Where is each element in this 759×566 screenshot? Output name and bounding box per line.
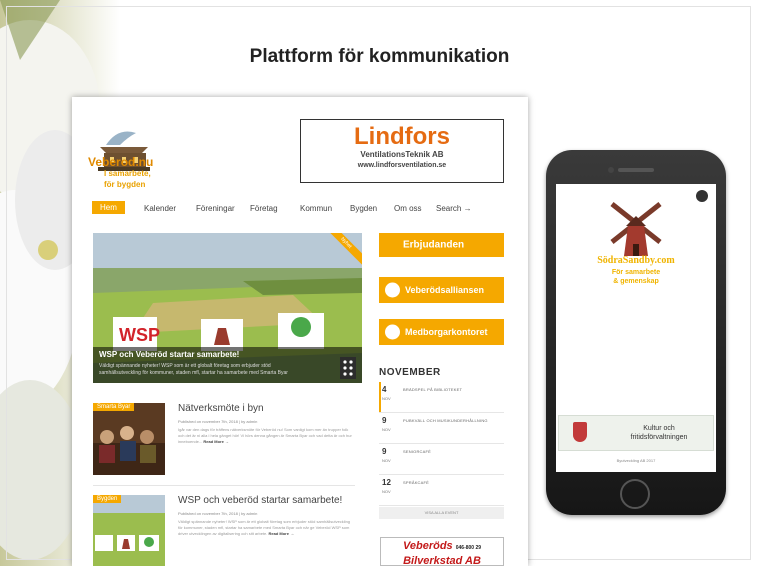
event-day: 12 (382, 478, 391, 487)
mobile-tagline-2: & gemenskap (613, 278, 659, 285)
culture-card[interactable]: Kultur och fritidsförvaltningen (558, 415, 714, 451)
meeting-photo (93, 403, 165, 475)
article-thumbnail[interactable]: Smarta Byar (93, 403, 165, 475)
event-month: NOV (382, 489, 391, 494)
event-day: 4 (382, 385, 387, 394)
article-excerpt-text: Väldigt spännande nyheter! WSP som är et… (178, 519, 351, 536)
offers-button[interactable]: Erbjudanden (379, 233, 504, 257)
grid-menu-icon[interactable] (340, 357, 356, 379)
mobile-brand[interactable]: SödraSandby.com (556, 255, 716, 266)
event-title: PUBKVÄLL OCH MUSIKUNDERHÅLLNING (403, 418, 488, 423)
alliance-button[interactable]: Veberödsalliansen (379, 277, 504, 303)
crest-icon (385, 324, 400, 340)
event-day: 9 (382, 447, 387, 456)
article-excerpt: Igår var den dags för träffens nätverksm… (178, 427, 353, 445)
event-accent-bar (379, 382, 381, 412)
site-logo[interactable]: Veberod.nu I samarbete, för bygden (88, 155, 178, 190)
crest-icon (573, 422, 587, 442)
article-title[interactable]: Nätverksmöte i byn (178, 403, 264, 414)
hero-description: Väldigt spännande nyheter! WSP som är et… (99, 363, 288, 376)
see-all-events-button[interactable]: VISA ALLA EVENT (379, 507, 504, 519)
culture-card-line1: Kultur och (643, 425, 675, 432)
article-tag[interactable]: Smarta Byar (93, 403, 135, 411)
calendar-month: NOVEMBER (379, 367, 441, 378)
nav-item-bygden[interactable]: Bygden (350, 204, 377, 213)
event-day: 9 (382, 416, 387, 425)
header-ad-lindfors[interactable]: Lindfors VentilationsTeknik AB www.lindf… (300, 119, 504, 183)
slide-title: Plattform för kommunikation (249, 46, 510, 67)
article-card: Smarta Byar Nätverksmöte i byn Published… (93, 403, 355, 486)
event-month: NOV (382, 458, 391, 463)
article-excerpt: Väldigt spännande nyheter! WSP som är et… (178, 519, 353, 537)
bottom-ad-phone: 046-800 29 (455, 545, 482, 551)
nav-item-search[interactable]: Search → (436, 204, 472, 213)
culture-card-line2: fritidsförvaltningen (630, 434, 688, 441)
ad-subtitle: VentilationsTeknik AB (360, 150, 444, 159)
event-item[interactable]: 12 NOV SPRÅKCAFÉ (379, 475, 504, 506)
bottom-ad-line1: Veberöds 046-800 29 (381, 540, 503, 555)
logo-line2: I samarbete, (104, 169, 151, 178)
hero-caption: WSP och Veberöd startar samarbete! Väldi… (93, 347, 362, 383)
event-title: SENIORCAFÉ (403, 449, 432, 454)
bottom-ad-bilverkstad[interactable]: Veberöds 046-800 29 Bilverkstad AB (380, 537, 504, 566)
article-tag[interactable]: Bygden (93, 495, 122, 503)
event-item[interactable]: 4 NOV BRÄDSPEL PÅ BIBLIOTEKET (379, 382, 504, 413)
article-meta: Published on november 7th, 2018 | by adm… (178, 419, 258, 424)
gear-icon (385, 282, 400, 298)
speaker-grille (618, 168, 654, 172)
event-month: NOV (382, 427, 391, 432)
citizen-office-button[interactable]: Medborgarkontoret (379, 319, 504, 345)
windmill-icon (610, 202, 662, 256)
culture-card-text: Kultur och fritidsförvaltningen (611, 424, 707, 442)
ad-url: www.lindforsventilation.se (357, 162, 447, 169)
offers-label: Erbjudanden (403, 239, 465, 251)
article-card: Bygden WSP och veberöd startar samarbete… (93, 495, 355, 566)
read-more-link[interactable]: Read More → (269, 531, 295, 536)
slide: Plattform för kommunikation Veberod.nu I… (0, 0, 759, 566)
mobile-footer: Byutveckling AB 2017 (616, 458, 656, 463)
main-nav: Hem Kalender Föreningar Företag Kommun B… (92, 201, 522, 217)
article-meta: Published on november 7th, 2018 | by adm… (178, 511, 258, 516)
nav-item-kalender[interactable]: Kalender (144, 204, 176, 213)
event-title: SPRÅKCAFÉ (403, 480, 430, 485)
home-button[interactable] (620, 479, 650, 509)
event-month: NOV (382, 396, 391, 401)
citizen-office-label: Medborgarkontoret (405, 327, 488, 337)
event-list: 4 NOV BRÄDSPEL PÅ BIBLIOTEKET 9 NOV PUBK… (379, 382, 504, 506)
nav-item-foretag[interactable]: Företag (250, 204, 278, 213)
svg-text:WSP: WSP (119, 325, 160, 345)
mobile-tagline-1: För samarbete (611, 269, 661, 276)
ad-name: Lindfors (354, 123, 450, 150)
nav-item-hem[interactable]: Hem (92, 201, 125, 214)
phone-mockup: SödraSandby.com För samarbete & gemenska… (546, 150, 726, 515)
article-divider (93, 485, 355, 486)
hero-title[interactable]: WSP och Veberöd startar samarbete! (99, 350, 239, 359)
phone-screen: SödraSandby.com För samarbete & gemenska… (556, 184, 716, 472)
alliance-label: Veberödsalliansen (405, 285, 485, 295)
desktop-mockup: Veberod.nu I samarbete, för bygden Lindf… (72, 97, 528, 566)
partnership-photo (93, 495, 165, 566)
event-item[interactable]: 9 NOV PUBKVÄLL OCH MUSIKUNDERHÅLLNING (379, 413, 504, 444)
read-more-link[interactable]: Read More → (203, 439, 229, 444)
bottom-ad-line2: Bilverkstad AB (403, 555, 481, 566)
article-thumbnail[interactable]: Bygden (93, 495, 165, 566)
logo-line3: för bygden (104, 180, 146, 189)
nav-item-om-oss[interactable]: Om oss (394, 204, 422, 213)
article-title[interactable]: WSP och veberöd startar samarbete! (178, 495, 342, 506)
nav-item-foreningar[interactable]: Föreningar (196, 204, 235, 213)
menu-icon[interactable] (696, 190, 708, 202)
logo-line1: Veberod.nu (88, 155, 154, 169)
camera-icon (608, 167, 614, 173)
event-title: BRÄDSPEL PÅ BIBLIOTEKET (403, 387, 463, 392)
nav-item-kommun[interactable]: Kommun (300, 204, 332, 213)
event-item[interactable]: 9 NOV SENIORCAFÉ (379, 444, 504, 475)
hero-slider[interactable]: WSP Nyhet WSP och Veberöd startar samarb… (93, 233, 362, 383)
bottom-ad-name: Veberöds (402, 540, 453, 552)
mobile-tagline: För samarbete & gemenskap (556, 268, 716, 286)
